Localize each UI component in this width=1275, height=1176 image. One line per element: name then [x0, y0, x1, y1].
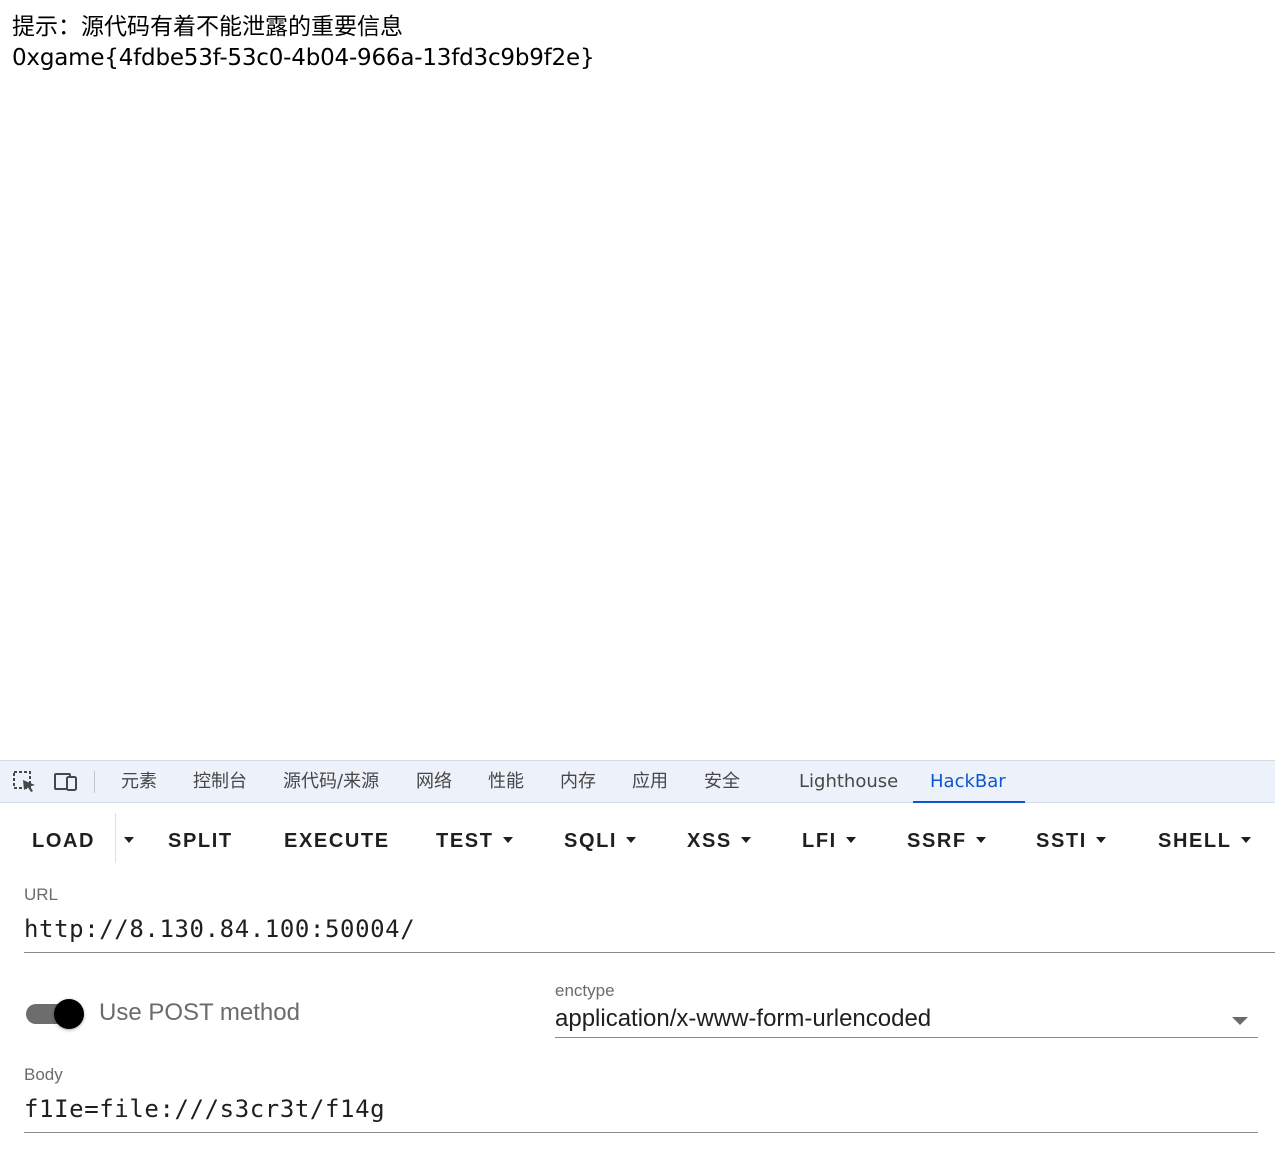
shell-menu-button[interactable]: SHELL: [1158, 827, 1251, 855]
device-toolbar-icon[interactable]: [53, 770, 79, 794]
body-label: Body: [24, 1065, 63, 1084]
ssrf-label: SSRF: [907, 830, 967, 852]
tab-lighthouse[interactable]: Lighthouse: [799, 761, 898, 803]
tab-hackbar[interactable]: HackBar: [913, 761, 1025, 803]
ssti-menu-button[interactable]: SSTI: [1036, 827, 1106, 855]
tab-separator: [94, 771, 95, 793]
execute-button[interactable]: EXECUTE: [284, 827, 390, 855]
chevron-down-icon: [740, 836, 751, 843]
load-label: LOAD: [32, 830, 96, 852]
devtools-panel: 元素 控制台 源代码/来源 网络 性能 内存 应用 安全 Lighthouse …: [0, 760, 1275, 1176]
url-underline: [24, 952, 1275, 953]
page-content: 提示：源代码有着不能泄露的重要信息 0xgame{4fdbe53f-53c0-4…: [0, 0, 1275, 760]
load-split-divider: [115, 813, 116, 863]
tab-application[interactable]: 应用: [632, 761, 668, 803]
dropdown-arrow-icon[interactable]: [1232, 1017, 1248, 1025]
inspect-element-icon[interactable]: [12, 770, 38, 794]
lfi-menu-button[interactable]: LFI: [802, 827, 856, 855]
url-label: URL: [24, 885, 59, 904]
xss-label: XSS: [687, 830, 732, 852]
toggle-knob: [54, 999, 84, 1029]
devtools-tab-bar: 元素 控制台 源代码/来源 网络 性能 内存 应用 安全 Lighthouse …: [0, 761, 1275, 803]
ssti-label: SSTI: [1036, 830, 1087, 852]
chevron-down-icon: [975, 836, 986, 843]
hint-text: 提示：源代码有着不能泄露的重要信息: [12, 14, 403, 40]
test-label: TEST: [436, 830, 494, 852]
tab-network[interactable]: 网络: [416, 761, 452, 803]
chevron-down-icon: [502, 836, 513, 843]
url-input[interactable]: http://8.130.84.100:50004/: [24, 915, 415, 943]
lfi-label: LFI: [802, 830, 837, 852]
body-underline: [24, 1132, 1258, 1133]
xss-menu-button[interactable]: XSS: [687, 827, 751, 855]
tab-console[interactable]: 控制台: [193, 761, 247, 803]
split-label: SPLIT: [168, 830, 233, 852]
chevron-down-icon: [1095, 836, 1106, 843]
chevron-down-icon: [626, 836, 637, 843]
test-menu-button[interactable]: TEST: [436, 827, 513, 855]
load-button[interactable]: LOAD: [32, 827, 95, 855]
post-method-label: Use POST method: [99, 999, 300, 1026]
enctype-select[interactable]: application/x-www-form-urlencoded: [555, 1005, 931, 1033]
execute-label: EXECUTE: [284, 830, 390, 852]
tab-security[interactable]: 安全: [704, 761, 740, 803]
chevron-down-icon: [845, 836, 856, 843]
tab-performance[interactable]: 性能: [488, 761, 524, 803]
enctype-label: enctype: [555, 981, 615, 1000]
shell-label: SHELL: [1158, 830, 1232, 852]
sqli-menu-button[interactable]: SQLI: [564, 827, 637, 855]
post-method-toggle[interactable]: [26, 999, 84, 1029]
enctype-underline: [555, 1037, 1258, 1038]
sqli-label: SQLI: [564, 830, 618, 852]
load-dropdown-caret-icon[interactable]: [124, 837, 134, 843]
tab-elements[interactable]: 元素: [121, 761, 157, 803]
chevron-down-icon: [1240, 836, 1251, 843]
split-button[interactable]: SPLIT: [168, 827, 233, 855]
flag-text: 0xgame{4fdbe53f-53c0-4b04-966a-13fd3c9b9…: [12, 45, 595, 71]
body-input[interactable]: f1Ie=file:///s3cr3t/f14g: [24, 1095, 385, 1123]
tab-sources[interactable]: 源代码/来源: [283, 761, 379, 803]
tab-memory[interactable]: 内存: [560, 761, 596, 803]
ssrf-menu-button[interactable]: SSRF: [907, 827, 986, 855]
